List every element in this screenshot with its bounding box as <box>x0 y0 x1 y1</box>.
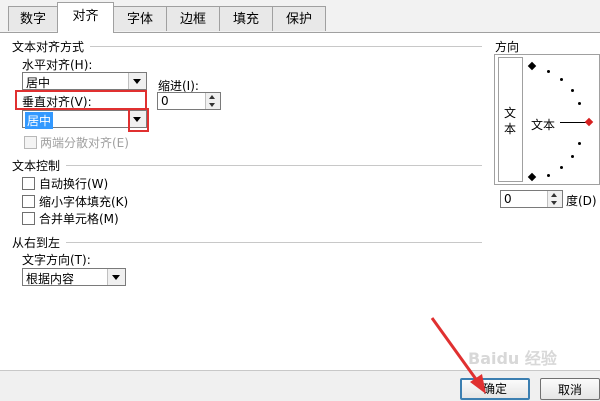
tab-font[interactable]: 字体 <box>113 6 167 31</box>
wrap-text-checkbox[interactable] <box>22 177 35 190</box>
degree-label: 度(D) <box>566 194 597 208</box>
tab-border[interactable]: 边框 <box>166 6 220 31</box>
spin-down-icon[interactable] <box>205 101 220 109</box>
tab-alignment[interactable]: 对齐 <box>57 2 114 33</box>
shrink-to-fit-label: 缩小字体填充(K) <box>39 195 129 209</box>
tab-number[interactable]: 数字 <box>8 6 58 31</box>
cancel-button[interactable]: 取消 <box>540 378 600 400</box>
orientation-dot <box>560 166 563 169</box>
orientation-dot <box>547 174 550 177</box>
indent-value: 0 <box>161 94 169 108</box>
indent-spinner[interactable]: 0 <box>157 92 221 110</box>
orientation-dot <box>578 102 581 105</box>
annotation-arrow <box>430 317 486 394</box>
orientation-dot <box>578 142 581 145</box>
degree-spinner[interactable]: 0 <box>500 190 563 208</box>
vertical-text-char: 本 <box>504 122 517 136</box>
merge-cells-checkbox[interactable] <box>22 212 35 225</box>
orientation-needle <box>560 122 586 123</box>
tab-protection[interactable]: 保护 <box>272 6 326 31</box>
vertical-align-label: 垂直对齐(V): <box>22 95 92 109</box>
text-control-title: 文本控制 <box>12 159 61 173</box>
horizontal-align-select[interactable]: 居中 <box>22 72 147 90</box>
orientation-title: 方向 <box>495 40 520 54</box>
justify-distributed-label: 两端分散对齐(E) <box>40 136 129 150</box>
dropdown-arrow-highlight <box>128 108 149 132</box>
section-divider <box>90 46 482 47</box>
vertical-text-char: 文 <box>504 106 517 120</box>
merge-cells-label: 合并单元格(M) <box>39 212 119 226</box>
chevron-down-icon[interactable] <box>107 269 125 285</box>
tab-bar: 数字 对齐 字体 边框 填充 保护 <box>0 0 600 33</box>
horizontal-align-label: 水平对齐(H): <box>22 58 93 72</box>
text-direction-label: 文字方向(T): <box>22 253 91 267</box>
orientation-dot <box>571 155 574 158</box>
text-direction-select[interactable]: 根据内容 <box>22 268 126 286</box>
section-divider <box>66 242 482 243</box>
wrap-text-label: 自动换行(W) <box>39 177 109 191</box>
horizontal-align-value: 居中 <box>26 76 51 90</box>
degree-value: 0 <box>504 192 512 206</box>
vertical-text-button[interactable]: 文 本 <box>498 57 523 182</box>
vertical-align-value: 居中 <box>25 112 54 129</box>
orientation-text: 文本 <box>531 118 556 132</box>
orientation-dot <box>547 70 550 73</box>
spin-down-icon[interactable] <box>547 199 562 207</box>
rtl-title: 从右到左 <box>12 236 61 250</box>
orientation-dot <box>571 89 574 92</box>
shrink-to-fit-checkbox[interactable] <box>22 195 35 208</box>
justify-distributed-checkbox[interactable] <box>24 136 37 149</box>
text-alignment-title: 文本对齐方式 <box>12 40 85 54</box>
text-direction-value: 根据内容 <box>26 272 75 286</box>
chevron-down-icon[interactable] <box>128 73 146 89</box>
tab-fill[interactable]: 填充 <box>219 6 273 31</box>
orientation-dot <box>560 78 563 81</box>
section-divider <box>66 165 482 166</box>
